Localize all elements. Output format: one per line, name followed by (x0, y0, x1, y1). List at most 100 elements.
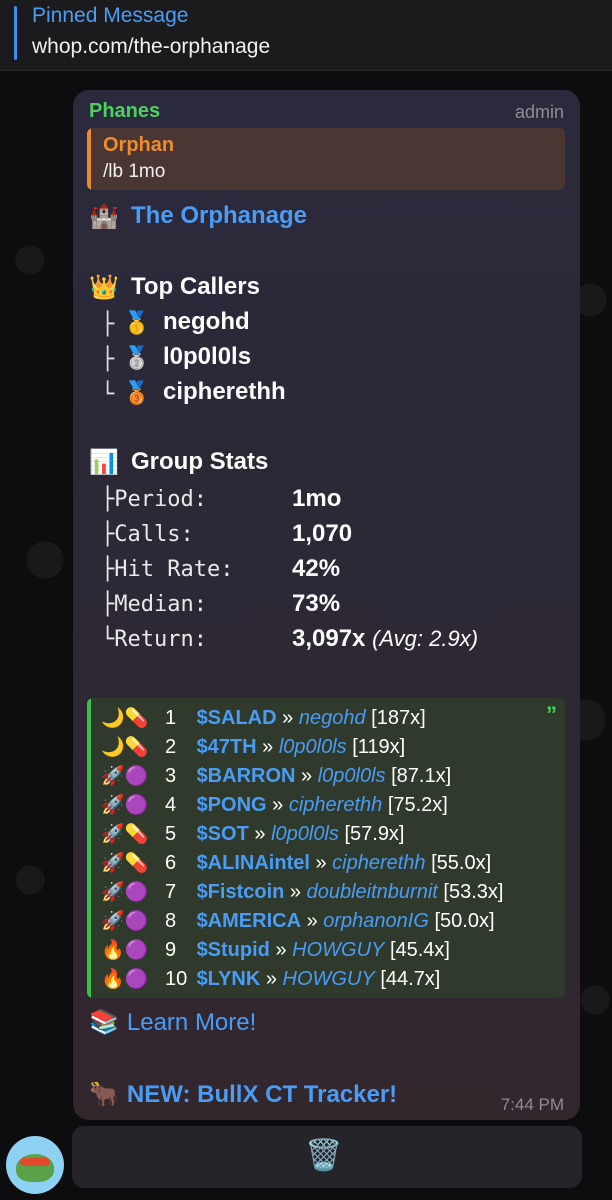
leaderboard-row: 🚀🟣 8 $AMERICA » orphanonIG [50.0x] (101, 909, 495, 937)
quote-mark-icon: ” (546, 702, 557, 727)
caller-link[interactable]: l0p0l0ls (279, 736, 347, 758)
multiplier: [75.2x] (387, 794, 448, 816)
status-emoji-icon: 🚀🟣 (101, 766, 149, 787)
multiplier: [57.9x] (344, 823, 405, 845)
caller-name: cipherethh (163, 378, 286, 405)
pinned-indicator (14, 6, 17, 60)
stat-label: ├Period: (101, 487, 207, 512)
trash-icon[interactable]: 🗑️ (305, 1138, 342, 1173)
status-emoji-icon: 🔥🟣 (101, 940, 149, 961)
caller-link[interactable]: HOWGUY (283, 968, 375, 990)
stat-label: └Return: (101, 627, 207, 652)
multiplier: [45.4x] (389, 939, 450, 961)
ticker-link[interactable]: $AMERICA (197, 910, 301, 932)
status-emoji-icon: 🚀🟣 (101, 795, 149, 816)
rank: 10 (165, 968, 188, 990)
caller-link[interactable]: cipherethh (332, 852, 425, 874)
leaderboard-row: 🌙💊 1 $SALAD » negohd [187x] (101, 706, 426, 734)
rank: 7 (165, 881, 177, 903)
status-emoji-icon: 🚀💊 (101, 824, 149, 845)
leaderboard-row: 🌙💊 2 $47TH » l0p0l0ls [119x] (101, 735, 405, 763)
rank: 8 (165, 910, 177, 932)
pinned-text[interactable]: whop.com/the-orphanage (32, 35, 270, 59)
action-bar: 🗑️ (72, 1126, 582, 1188)
reply-preview[interactable]: Orphan /lb 1mo (87, 128, 565, 190)
ticker-link[interactable]: $Stupid (197, 939, 270, 961)
avatar[interactable] (6, 1136, 64, 1194)
ticker-link[interactable]: $47TH (197, 736, 257, 758)
tree-branch: ├ (101, 312, 115, 337)
group-link[interactable]: The Orphanage (131, 202, 307, 230)
message-bubble[interactable]: Phanes admin Orphan /lb 1mo 🏰 The Orphan… (73, 90, 580, 1120)
ticker-link[interactable]: $LYNK (197, 968, 261, 990)
caller-link[interactable]: cipherethh (289, 794, 382, 816)
status-emoji-icon: 🚀🟣 (101, 882, 149, 903)
pinned-title: Pinned Message (32, 4, 189, 27)
leaderboard-row: 🔥🟣 10 $LYNK » HOWGUY [44.7x] (101, 967, 440, 995)
top-callers-heading: Top Callers (131, 273, 260, 300)
stat-label: ├Hit Rate: (101, 557, 234, 582)
crown-icon: 👑 (89, 274, 119, 301)
tree-branch: ├ (101, 347, 115, 372)
ticker-link[interactable]: $SALAD (197, 707, 277, 729)
gold-medal-icon: 🥇 (123, 310, 151, 335)
ox-icon: 🐂 (89, 1081, 119, 1108)
stat-value-return: 3,097x (Avg: 2.9x) (292, 625, 478, 653)
status-emoji-icon: 🔥🟣 (101, 969, 149, 990)
quote-indicator (87, 698, 91, 998)
multiplier: [53.3x] (443, 881, 504, 903)
sunglasses-icon (20, 1158, 50, 1166)
ticker-link[interactable]: $PONG (197, 794, 267, 816)
separator: » (301, 765, 313, 787)
learn-more-link[interactable]: 📚 Learn More! (89, 1008, 256, 1037)
separator: » (272, 794, 284, 816)
castle-icon: 🏰 (89, 203, 119, 230)
status-emoji-icon: 🌙💊 (101, 708, 149, 729)
caller-link[interactable]: HOWGUY (292, 939, 384, 961)
ticker-link[interactable]: $BARRON (197, 765, 296, 787)
leaderboard-row: 🚀🟣 4 $PONG » cipherethh [75.2x] (101, 793, 448, 821)
tree-branch: └ (101, 382, 115, 407)
leaderboard-row: 🔥🟣 9 $Stupid » HOWGUY [45.4x] (101, 938, 450, 966)
stat-value: 1mo (292, 485, 342, 512)
ticker-link[interactable]: $SOT (197, 823, 249, 845)
stat-value: 73% (292, 590, 341, 617)
stat-label: ├Median: (101, 592, 207, 617)
leaderboard-row: 🚀🟣 7 $Fistcoin » doubleitnburnit [53.3x] (101, 880, 503, 908)
ticker-link[interactable]: $Fistcoin (197, 881, 285, 903)
sender-name[interactable]: Phanes (89, 100, 160, 123)
stat-label: ├Calls: (101, 522, 194, 547)
caller-link[interactable]: l0p0l0ls (271, 823, 339, 845)
caller-link[interactable]: negohd (299, 707, 366, 729)
separator: » (315, 852, 327, 874)
bullx-label[interactable]: NEW: BullX CT Tracker! (127, 1081, 397, 1108)
status-emoji-icon: 🚀💊 (101, 853, 149, 874)
rank: 2 (165, 736, 177, 758)
reply-text: /lb 1mo (103, 161, 166, 182)
caller-link[interactable]: doubleitnburnit (307, 881, 438, 903)
return-value: 3,097x (292, 625, 366, 652)
rank: 5 (165, 823, 177, 845)
stat-value: 42% (292, 555, 341, 582)
rank: 9 (165, 939, 177, 961)
bullx-link[interactable]: 🐂 NEW: BullX CT Tracker! (89, 1080, 397, 1109)
pinned-message-bar[interactable]: Pinned Message whop.com/the-orphanage (0, 0, 612, 71)
status-emoji-icon: 🚀🟣 (101, 911, 149, 932)
leaderboard-row: 🚀💊 6 $ALINAintel » cipherethh [55.0x] (101, 851, 491, 879)
caller-link[interactable]: orphanonIG (323, 910, 429, 932)
silver-medal-icon: 🥈 (123, 345, 151, 370)
learn-more-label[interactable]: Learn More! (127, 1009, 256, 1036)
separator: » (254, 823, 266, 845)
multiplier: [87.1x] (391, 765, 452, 787)
ticker-link[interactable]: $ALINAintel (197, 852, 310, 874)
caller-name: l0p0l0ls (163, 343, 252, 370)
separator: » (289, 881, 302, 903)
caller-name: negohd (163, 308, 250, 335)
rank: 1 (165, 707, 177, 729)
status-emoji-icon: 🌙💊 (101, 737, 149, 758)
separator: » (265, 968, 277, 990)
caller-link[interactable]: l0p0l0ls (318, 765, 386, 787)
stat-value: 1,070 (292, 520, 353, 547)
rank: 4 (165, 794, 177, 816)
admin-badge: admin (514, 102, 564, 122)
